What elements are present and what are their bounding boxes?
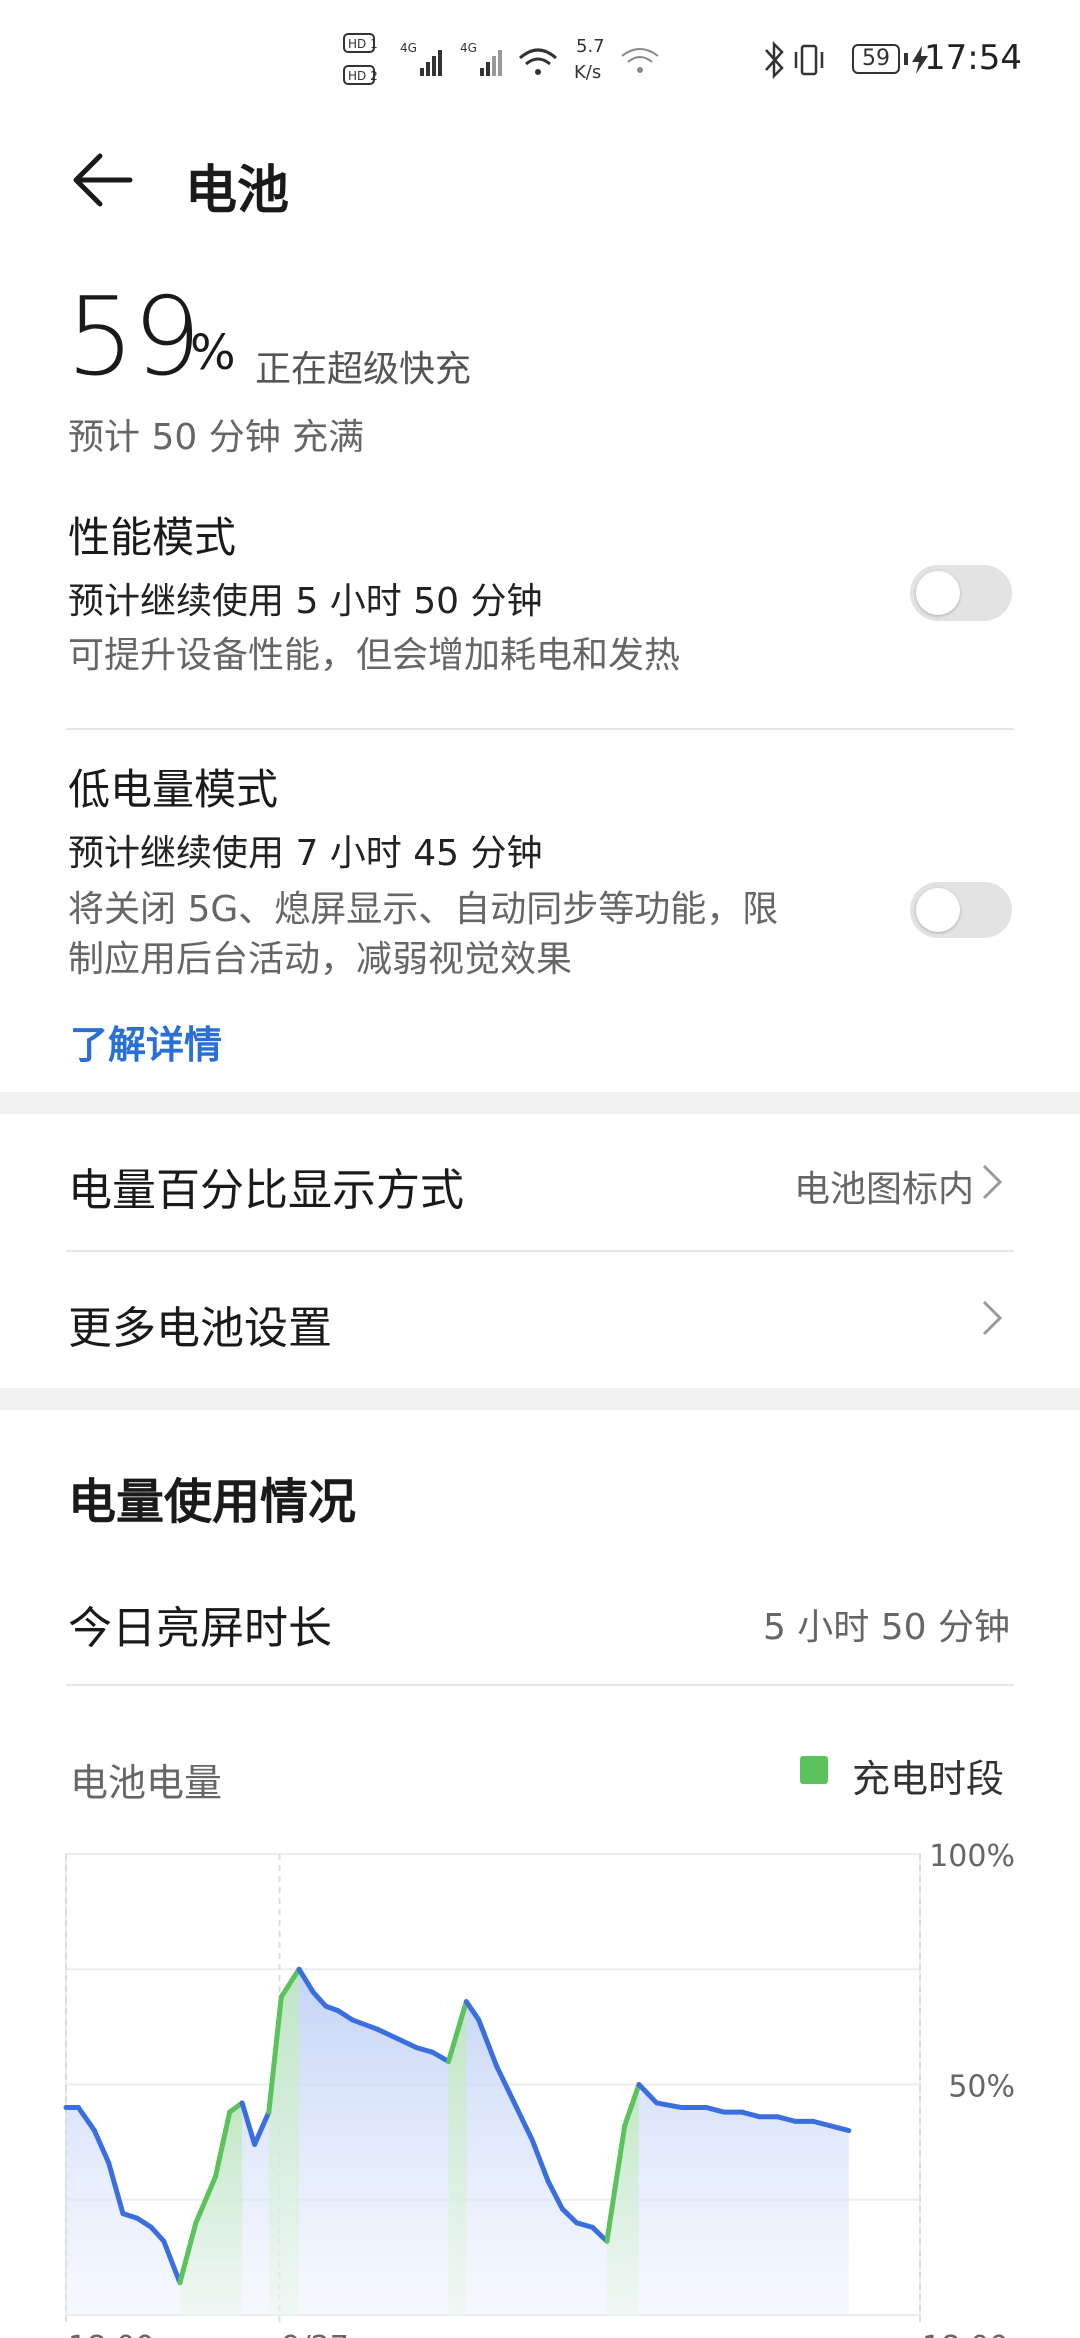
performance-mode-row[interactable]: 性能模式 预计继续使用 5 小时 50 分钟 可提升设备性能，但会增加耗电和发热 (0, 500, 1080, 728)
battery-percent-sign: % (190, 325, 236, 381)
section-separator (0, 1092, 1080, 1114)
screen-time-label: 今日亮屏时长 (68, 1603, 332, 1654)
y-tick-label: 50% (948, 2070, 1015, 2105)
status-bar: HD 1 HD 2 4G 4G 5.7 K/s 59 17:54 (0, 0, 1080, 120)
low-power-mode-description-line1: 将关闭 5G、熄屏显示、自动同步等功能，限 (68, 889, 779, 930)
legend-charging-label: 充电时段 (852, 1757, 1005, 1801)
performance-mode-title: 性能模式 (68, 513, 237, 562)
battery-level-text: 59 (862, 46, 890, 71)
wifi-icon (519, 48, 557, 75)
percentage-display-row[interactable]: 电量百分比显示方式 电池图标内 (0, 1114, 1080, 1250)
net-speed-unit: K/s (574, 62, 601, 83)
chevron-right-icon (982, 1164, 1003, 1200)
low-power-mode-estimate: 预计继续使用 7 小时 45 分钟 (68, 833, 543, 874)
toggle-knob (916, 571, 960, 615)
screen-time-value: 5 小时 50 分钟 (762, 1607, 1010, 1648)
y-tick-label: 100% (929, 1839, 1015, 1874)
battery-level-icon: 59 (852, 44, 900, 74)
divider (66, 1684, 1014, 1686)
back-arrow-icon[interactable] (70, 148, 134, 212)
more-battery-settings-label: 更多电池设置 (68, 1303, 332, 1354)
percentage-display-label: 电量百分比显示方式 (68, 1165, 464, 1216)
toggle-knob (916, 888, 960, 932)
net1-label: 4G (400, 41, 417, 55)
battery-percent: 59 (66, 275, 201, 400)
performance-mode-toggle[interactable] (910, 565, 1012, 621)
screen-time-row: 今日亮屏时长 5 小时 50 分钟 (0, 1570, 1080, 1686)
vibrate-icon (794, 44, 824, 76)
net2-label: 4G (460, 41, 477, 55)
x-tick-label: 18:00 (68, 2330, 154, 2338)
charge-eta: 预计 50 分钟 充满 (68, 417, 365, 458)
performance-mode-description: 可提升设备性能，但会增加耗电和发热 (68, 635, 681, 676)
page-title: 电池 (185, 161, 290, 221)
chart-title: 电池电量 (70, 1761, 223, 1805)
more-battery-settings-row[interactable]: 更多电池设置 (0, 1252, 1080, 1388)
x-tick-label: 9/27 (282, 2330, 349, 2338)
sim1-label: HD 1 (348, 37, 378, 51)
sim2-label: HD 2 (348, 69, 378, 83)
section-separator (0, 1388, 1080, 1410)
low-power-mode-toggle[interactable] (910, 882, 1012, 938)
status-icons-left: HD 1 HD 2 4G 4G 5.7 K/s (343, 33, 659, 85)
signal-icon-1: 4G (400, 41, 442, 76)
charging-area (268, 1969, 300, 2315)
usage-section-title: 电量使用情况 (68, 1474, 357, 1530)
x-tick-label: 18:00 (922, 2330, 1008, 2338)
battery-level-chart: 100% 50% 18:00 9/27 18:00 (63, 1839, 1015, 2338)
charging-status: 正在超级快充 (255, 349, 472, 390)
sim-indicator-icon: HD 1 HD 2 (343, 33, 378, 85)
chevron-right-icon (982, 1300, 1003, 1336)
percentage-display-value: 电池图标内 (793, 1169, 974, 1210)
learn-more-link[interactable]: 了解详情 (70, 1014, 222, 1069)
performance-mode-estimate: 预计继续使用 5 小时 50 分钟 (68, 581, 543, 622)
legend-charging-swatch (800, 1756, 828, 1784)
bluetooth-icon (765, 40, 784, 80)
low-power-mode-title: 低电量模式 (68, 765, 279, 814)
net-speed-value: 5.7 (576, 36, 605, 57)
signal-icon-2: 4G (460, 41, 502, 76)
status-time: 17:54 (924, 38, 1022, 78)
hotspot-icon (621, 48, 659, 73)
low-power-mode-description-line2: 制应用后台活动，减弱视觉效果 (68, 939, 573, 980)
charging-area (179, 2102, 243, 2315)
divider (66, 728, 1014, 730)
